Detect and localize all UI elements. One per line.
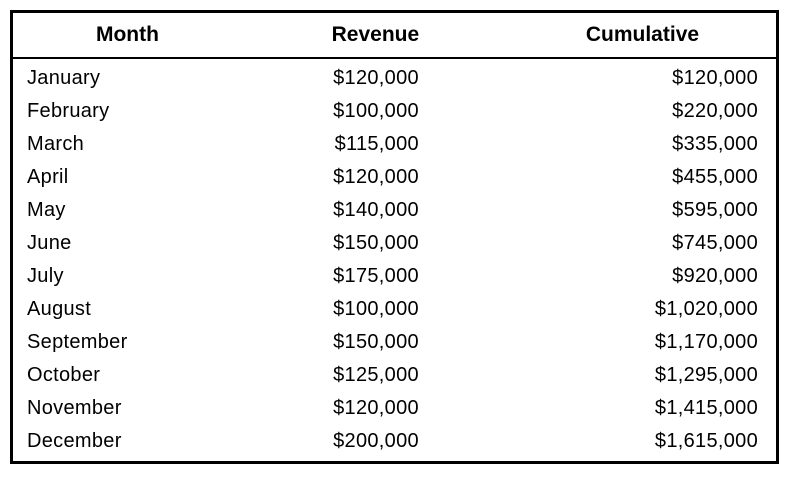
cell-month: June [13, 227, 242, 260]
cell-cumulative: $1,295,000 [509, 359, 776, 392]
table-row: May $140,000 $595,000 [13, 194, 776, 227]
column-header-cumulative: Cumulative [509, 13, 776, 58]
cell-cumulative: $595,000 [509, 194, 776, 227]
cell-revenue: $200,000 [242, 425, 509, 461]
table-row: September $150,000 $1,170,000 [13, 326, 776, 359]
cell-revenue: $120,000 [242, 392, 509, 425]
table-row: August $100,000 $1,020,000 [13, 293, 776, 326]
cell-cumulative: $335,000 [509, 128, 776, 161]
table-row: November $120,000 $1,415,000 [13, 392, 776, 425]
cell-cumulative: $920,000 [509, 260, 776, 293]
cell-cumulative: $1,020,000 [509, 293, 776, 326]
table-row: April $120,000 $455,000 [13, 161, 776, 194]
cell-revenue: $125,000 [242, 359, 509, 392]
table-row: October $125,000 $1,295,000 [13, 359, 776, 392]
cell-revenue: $120,000 [242, 58, 509, 95]
cell-month: July [13, 260, 242, 293]
cell-month: April [13, 161, 242, 194]
column-header-revenue: Revenue [242, 13, 509, 58]
cell-month: August [13, 293, 242, 326]
cell-revenue: $175,000 [242, 260, 509, 293]
cell-revenue: $115,000 [242, 128, 509, 161]
cell-month: January [13, 58, 242, 95]
cell-cumulative: $455,000 [509, 161, 776, 194]
table-row: June $150,000 $745,000 [13, 227, 776, 260]
cell-revenue: $120,000 [242, 161, 509, 194]
cell-revenue: $150,000 [242, 326, 509, 359]
cell-month: December [13, 425, 242, 461]
cell-cumulative: $220,000 [509, 95, 776, 128]
cell-month: May [13, 194, 242, 227]
cell-cumulative: $745,000 [509, 227, 776, 260]
cell-cumulative: $1,615,000 [509, 425, 776, 461]
cell-revenue: $150,000 [242, 227, 509, 260]
cell-month: October [13, 359, 242, 392]
table-row: January $120,000 $120,000 [13, 58, 776, 95]
cell-month: November [13, 392, 242, 425]
cell-revenue: $140,000 [242, 194, 509, 227]
cell-cumulative: $1,415,000 [509, 392, 776, 425]
cell-revenue: $100,000 [242, 95, 509, 128]
table-row: July $175,000 $920,000 [13, 260, 776, 293]
column-header-month: Month [13, 13, 242, 58]
table-row: February $100,000 $220,000 [13, 95, 776, 128]
cell-revenue: $100,000 [242, 293, 509, 326]
revenue-table-container: Month Revenue Cumulative January $120,00… [10, 10, 779, 464]
cell-cumulative: $1,170,000 [509, 326, 776, 359]
cell-month: March [13, 128, 242, 161]
table-row: December $200,000 $1,615,000 [13, 425, 776, 461]
revenue-table: Month Revenue Cumulative January $120,00… [13, 13, 776, 461]
cell-month: February [13, 95, 242, 128]
cell-cumulative: $120,000 [509, 58, 776, 95]
table-header-row: Month Revenue Cumulative [13, 13, 776, 58]
cell-month: September [13, 326, 242, 359]
table-row: March $115,000 $335,000 [13, 128, 776, 161]
